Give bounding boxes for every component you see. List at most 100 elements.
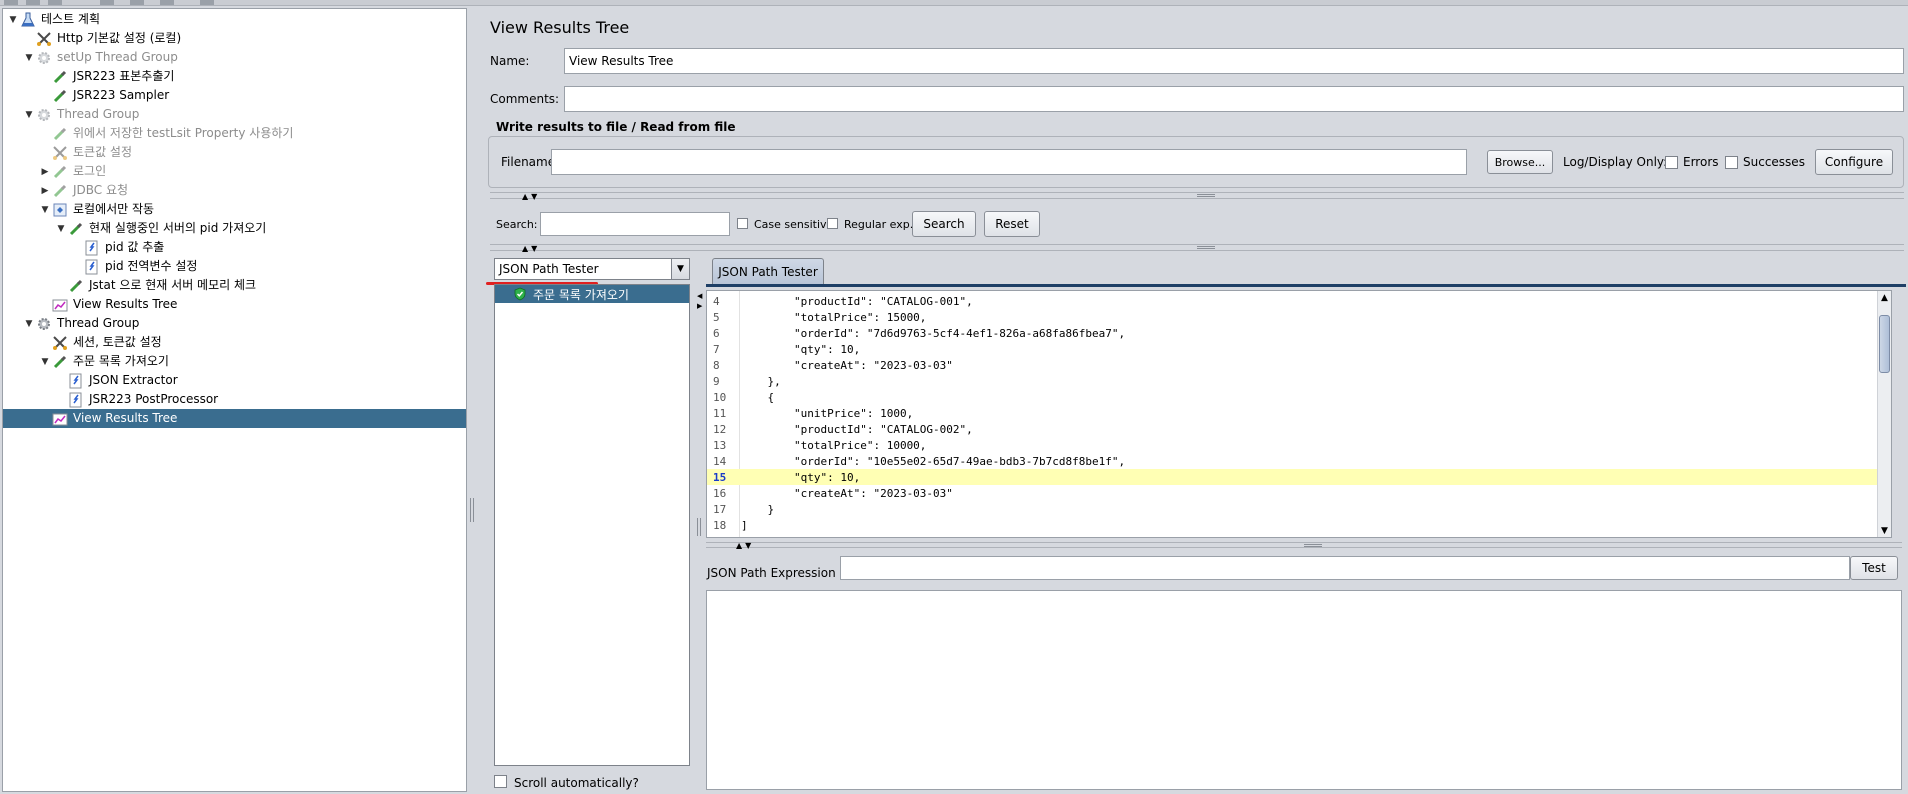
collapse-toggle-icon[interactable]: ▼ bbox=[55, 224, 67, 234]
post-processor-icon bbox=[67, 392, 85, 408]
expand-toggle-icon[interactable]: ▶ bbox=[39, 167, 51, 177]
collapse-toggle-icon[interactable]: ▼ bbox=[39, 357, 51, 367]
tree-item-label: 현재 실행중인 서버의 pid 가져오기 bbox=[89, 221, 267, 235]
test-plan-tree[interactable]: ▼ 테스트 계획 Http 기본값 설정 (로컬) ▼ setUp Thread Gro… bbox=[2, 8, 467, 792]
comments-field[interactable] bbox=[564, 86, 1904, 112]
code-text: { bbox=[741, 390, 775, 404]
tree-item-label: 토큰값 설정 bbox=[73, 145, 133, 159]
toolbar-icon[interactable] bbox=[200, 0, 214, 5]
tree-item[interactable]: JSR223 PostProcessor bbox=[3, 390, 466, 409]
code-line: 4 "productId": "CATALOG-001", bbox=[707, 293, 1891, 309]
code-text: "qty": 10, bbox=[741, 342, 861, 356]
post-processor-icon bbox=[67, 373, 85, 389]
results-splitter[interactable]: ◀ ▶ bbox=[695, 288, 703, 768]
split-arrows[interactable]: ▲▼ bbox=[522, 244, 540, 253]
config-scissors-icon bbox=[51, 145, 69, 161]
scroll-auto-checkbox[interactable] bbox=[494, 775, 507, 788]
json-path-expression-input[interactable] bbox=[840, 556, 1850, 580]
toolbar-icon[interactable] bbox=[4, 0, 18, 5]
tree-item[interactable]: ▼ 테스트 계획 bbox=[3, 10, 466, 29]
tree-item[interactable]: View Results Tree bbox=[3, 409, 466, 428]
collapse-toggle-icon[interactable]: ▼ bbox=[23, 110, 35, 120]
tree-item[interactable]: JSR223 표본추출기 bbox=[3, 67, 466, 86]
tree-item[interactable]: Http 기본값 설정 (로컬) bbox=[3, 29, 466, 48]
tree-item[interactable]: ▼ Thread Group bbox=[3, 105, 466, 124]
response-code-view[interactable]: 4 "productId": "CATALOG-001", 5 "totalPri… bbox=[706, 290, 1892, 538]
name-field[interactable]: View Results Tree bbox=[564, 48, 1904, 74]
toolbar-icon[interactable] bbox=[160, 0, 174, 5]
tree-item[interactable]: ▶ 로그인 bbox=[3, 162, 466, 181]
toolbar-icon[interactable] bbox=[130, 0, 144, 5]
filename-label: Filename bbox=[501, 155, 556, 169]
sampler-pipette-icon bbox=[67, 221, 85, 237]
reset-button[interactable]: Reset bbox=[984, 211, 1040, 237]
split-arrows[interactable]: ▲▼ bbox=[736, 541, 754, 550]
tester-splitter[interactable] bbox=[706, 542, 1902, 548]
tree-item[interactable]: 위에서 저장한 testLsit Property 사용하기 bbox=[3, 124, 466, 143]
tree-item[interactable]: JSR223 Sampler bbox=[3, 86, 466, 105]
toolbar-icon[interactable] bbox=[26, 0, 40, 5]
tree-item[interactable]: JSON Extractor bbox=[3, 371, 466, 390]
collapse-toggle-icon[interactable]: ▼ bbox=[39, 205, 51, 215]
successes-label: Successes bbox=[1743, 155, 1805, 169]
toolbar-icon[interactable] bbox=[100, 0, 114, 5]
scroll-up-icon[interactable]: ▲ bbox=[1878, 291, 1891, 304]
scroll-thumb[interactable] bbox=[1879, 315, 1890, 373]
tree-item-label: JSR223 Sampler bbox=[73, 88, 170, 102]
code-scrollbar[interactable]: ▲ ▼ bbox=[1877, 291, 1891, 537]
tree-item[interactable]: ▼ Thread Group bbox=[3, 314, 466, 333]
tree-item-label: View Results Tree bbox=[73, 411, 178, 425]
tree-item[interactable]: ▼ 로컬에서만 작동 bbox=[3, 200, 466, 219]
thread-group-gear-icon bbox=[35, 316, 53, 332]
configure-button[interactable]: Configure bbox=[1815, 149, 1893, 175]
collapse-toggle-icon[interactable]: ▼ bbox=[23, 319, 35, 329]
results-list[interactable]: 주문 목록 가져오기 bbox=[494, 284, 690, 766]
top-splitter[interactable] bbox=[490, 192, 1904, 199]
regex-checkbox[interactable] bbox=[827, 218, 838, 229]
file-section: Filename Browse... Log/Display Only: Err… bbox=[488, 136, 1904, 188]
tree-item[interactable]: Jstat 으로 현재 서버 메모리 체크 bbox=[3, 276, 466, 295]
tab-json-path-tester[interactable]: JSON Path Tester bbox=[712, 258, 824, 284]
line-number: 11 bbox=[713, 406, 727, 420]
line-number: 9 bbox=[713, 374, 720, 388]
tree-item-label: 위에서 저장한 testLsit Property 사용하기 bbox=[73, 126, 294, 140]
search-input[interactable] bbox=[540, 212, 730, 236]
code-text: "qty": 10, bbox=[741, 470, 861, 484]
split-arrows[interactable]: ▲▼ bbox=[522, 192, 540, 201]
collapse-toggle-icon[interactable]: ▼ bbox=[23, 53, 35, 63]
successes-checkbox[interactable] bbox=[1725, 156, 1738, 169]
expand-toggle-icon[interactable]: ▶ bbox=[39, 186, 51, 196]
tree-item[interactable]: View Results Tree bbox=[3, 295, 466, 314]
log-display-label: Log/Display Only: bbox=[1563, 155, 1668, 169]
chevron-down-icon[interactable]: ▼ bbox=[671, 259, 689, 279]
main-splitter[interactable] bbox=[469, 8, 475, 792]
code-text: "orderId": "7d6d9763-5cf4-4ef1-826a-a68f… bbox=[741, 326, 1126, 340]
tree-item[interactable]: pid 전역변수 설정 bbox=[3, 257, 466, 276]
sampler-pipette-icon bbox=[51, 69, 69, 85]
collapse-toggle-icon[interactable]: ▼ bbox=[7, 15, 19, 25]
list-item[interactable]: 주문 목록 가져오기 bbox=[495, 285, 689, 303]
tree-item[interactable]: ▼ setUp Thread Group bbox=[3, 48, 466, 67]
tree-item[interactable]: ▼ 주문 목록 가져오기 bbox=[3, 352, 466, 371]
tree-item[interactable]: pid 값 추출 bbox=[3, 238, 466, 257]
line-number: 18 bbox=[713, 518, 727, 532]
renderer-select[interactable]: JSON Path Tester ▼ bbox=[494, 258, 690, 280]
browse-button[interactable]: Browse... bbox=[1487, 150, 1553, 174]
tree-item[interactable]: 세션, 토큰값 설정 bbox=[3, 333, 466, 352]
tree-item[interactable]: ▶ JDBC 요청 bbox=[3, 181, 466, 200]
filename-field[interactable] bbox=[551, 149, 1467, 175]
sampler-pipette-icon bbox=[51, 88, 69, 104]
search-button[interactable]: Search bbox=[912, 211, 976, 237]
errors-checkbox[interactable] bbox=[1665, 156, 1678, 169]
tree-item[interactable]: ▼ 현재 실행중인 서버의 pid 가져오기 bbox=[3, 219, 466, 238]
tab-underline bbox=[706, 284, 1906, 287]
json-path-result-output[interactable] bbox=[706, 590, 1902, 790]
middle-splitter[interactable] bbox=[490, 244, 1904, 251]
code-text: "totalPrice": 10000, bbox=[741, 438, 927, 452]
case-sensitive-checkbox[interactable] bbox=[737, 218, 748, 229]
config-scissors-icon bbox=[35, 31, 53, 47]
scroll-down-icon[interactable]: ▼ bbox=[1878, 524, 1891, 537]
tree-item[interactable]: 토큰값 설정 bbox=[3, 143, 466, 162]
test-button[interactable]: Test bbox=[1850, 556, 1898, 580]
toolbar-icon[interactable] bbox=[48, 0, 62, 5]
